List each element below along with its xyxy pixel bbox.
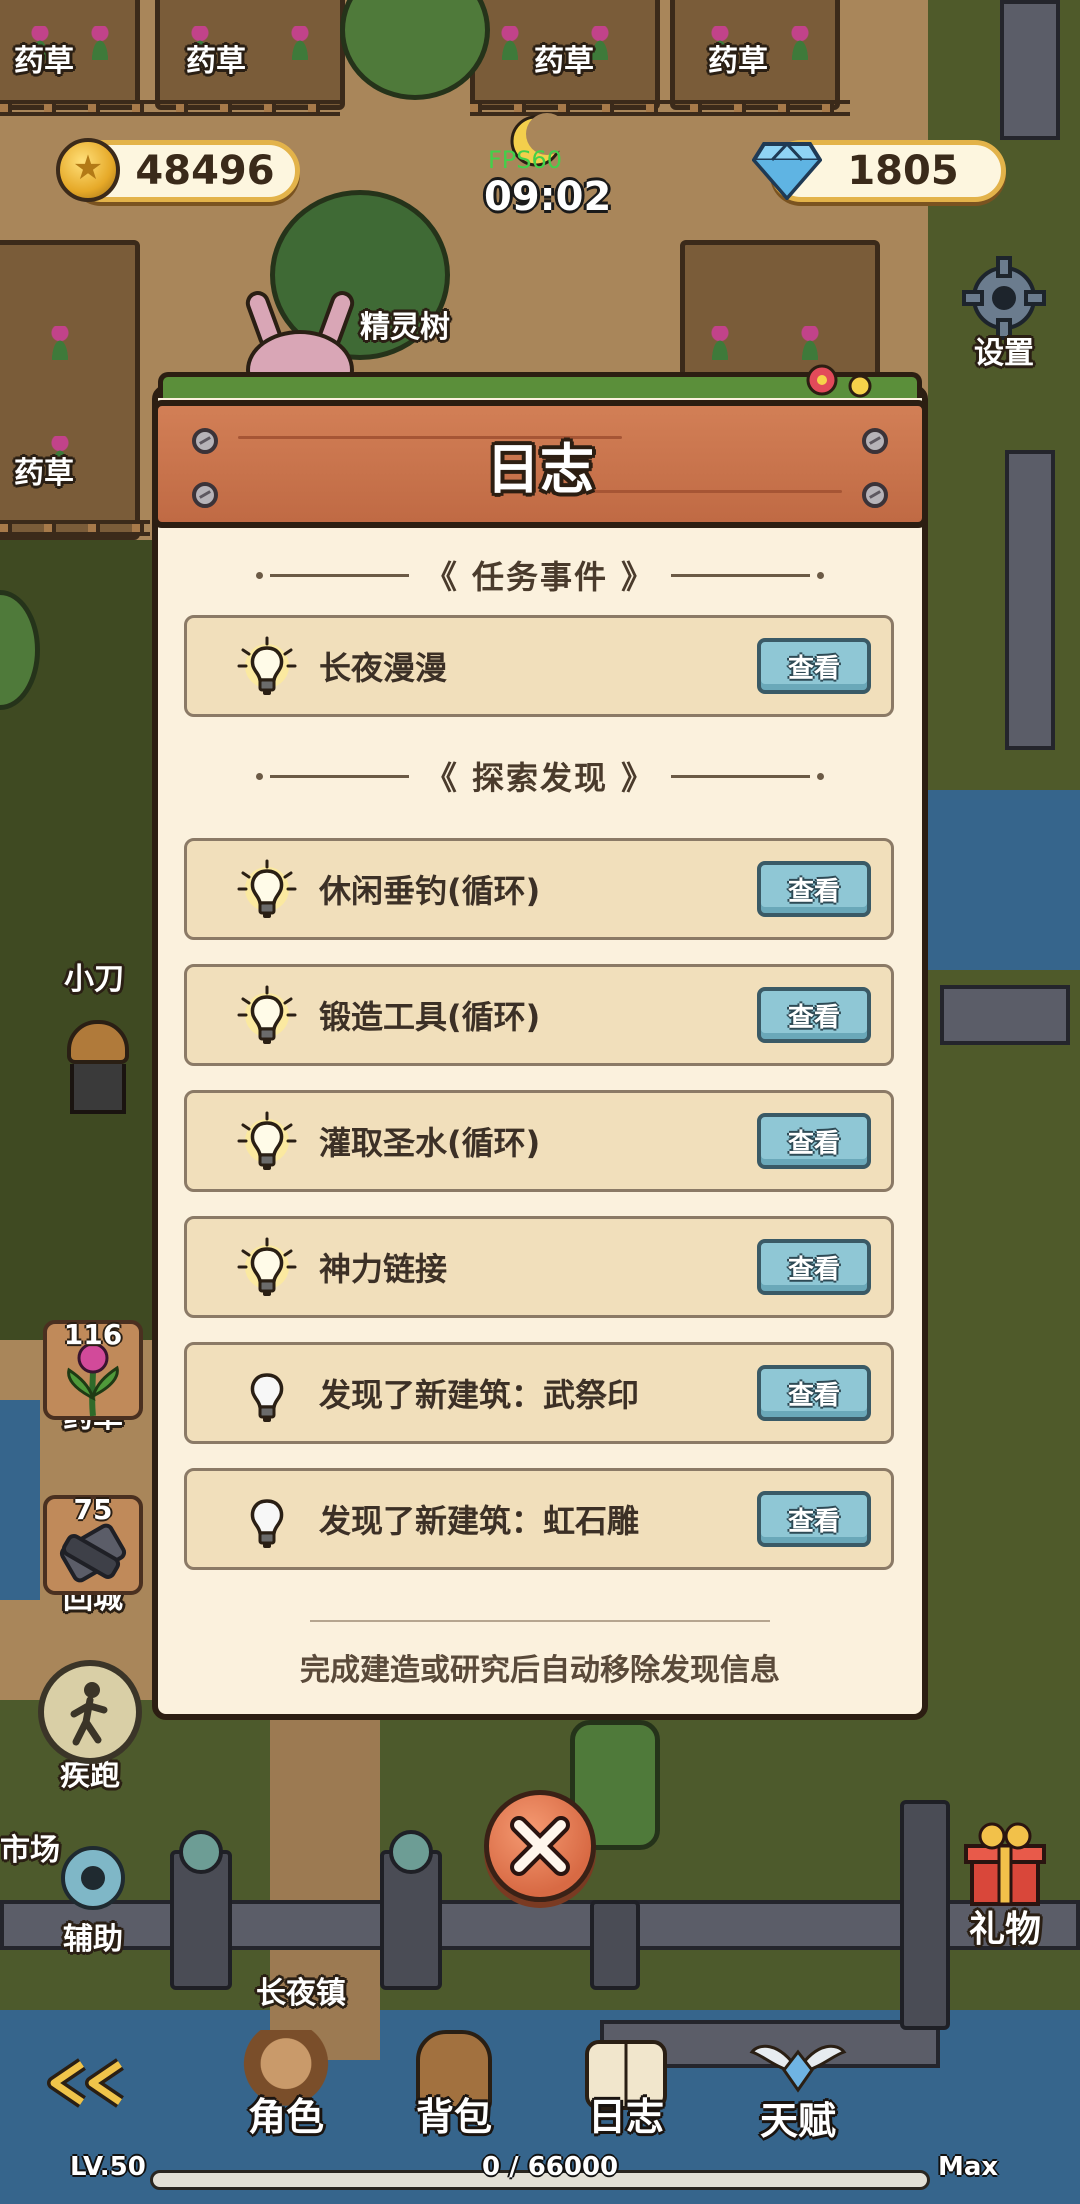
map-label-knife: 小刀 bbox=[64, 962, 124, 997]
section-tasks-label: 《 任务事件 》 bbox=[424, 558, 656, 596]
npc-character-sprite[interactable] bbox=[60, 1020, 136, 1120]
view-button[interactable]: 查看 bbox=[757, 638, 871, 694]
log-entry-label: 锻造工具(循环) bbox=[319, 998, 541, 1036]
close-icon bbox=[510, 1816, 570, 1876]
map-label-herb: 药草 bbox=[14, 456, 74, 491]
assist-label: 辅助 bbox=[63, 1922, 123, 1957]
settings-button[interactable]: 设置 bbox=[952, 252, 1056, 372]
xp-max-label: Max bbox=[938, 2152, 999, 2182]
nav-talent[interactable]: 天赋 bbox=[738, 2030, 858, 2145]
log-entry-label: 休闲垂钓(循环) bbox=[319, 872, 541, 910]
map-label-herb: 药草 bbox=[14, 44, 74, 79]
collapse-arrows-icon[interactable] bbox=[42, 2058, 128, 2108]
section-explore-label: 《 探索发现 》 bbox=[424, 759, 656, 797]
lit-bulb-icon bbox=[235, 1237, 299, 1301]
bulb-icon bbox=[235, 1363, 299, 1427]
bulb-icon bbox=[235, 1489, 299, 1553]
map-label-herb: 药草 bbox=[534, 44, 594, 79]
log-entry-label: 长夜漫漫 bbox=[319, 649, 448, 687]
log-entry-label: 发现了新建筑：武祭印 bbox=[319, 1376, 640, 1414]
gold-amount: 48496 bbox=[135, 148, 275, 194]
log-entry: 长夜漫漫 查看 bbox=[184, 615, 894, 717]
map-label-spirit-tree[interactable]: 精灵树 bbox=[360, 302, 450, 346]
nav-log-label: 日志 bbox=[587, 2095, 664, 2139]
map-label-town: 长夜镇 bbox=[256, 1976, 346, 2011]
gift-box-icon bbox=[964, 1822, 1046, 1906]
lit-bulb-icon bbox=[235, 1111, 299, 1175]
herb-count: 116 bbox=[63, 1318, 123, 1351]
log-entry: 锻造工具(循环) 查看 bbox=[184, 964, 894, 1066]
gift-button[interactable]: 礼物 bbox=[950, 1820, 1060, 1952]
log-entry-label: 发现了新建筑：虹石雕 bbox=[319, 1502, 640, 1540]
log-entry: 发现了新建筑：武祭印 查看 bbox=[184, 1342, 894, 1444]
footer-note: 完成建造或研究后自动移除发现信息 bbox=[300, 1653, 780, 1688]
view-button[interactable]: 查看 bbox=[757, 1491, 871, 1547]
gold-coin-icon bbox=[56, 138, 120, 202]
close-button[interactable] bbox=[484, 1790, 596, 1902]
map-label-herb: 药草 bbox=[186, 44, 246, 79]
fps-counter: FPS60 bbox=[488, 146, 563, 174]
log-entry: 灌取圣水(循环) 查看 bbox=[184, 1090, 894, 1192]
running-person-icon bbox=[70, 1682, 108, 1746]
nav-log[interactable]: 日志 bbox=[566, 2030, 686, 2141]
herb-item-button[interactable]: 116 药草 bbox=[38, 1318, 148, 1436]
map-label-herb: 药草 bbox=[708, 44, 768, 79]
view-button[interactable]: 查看 bbox=[757, 1113, 871, 1169]
log-entry: 休闲垂钓(循环) 查看 bbox=[184, 838, 894, 940]
view-button[interactable]: 查看 bbox=[757, 861, 871, 917]
return-town-button[interactable]: 75 回城 bbox=[38, 1493, 148, 1617]
nav-character-label: 角色 bbox=[247, 2095, 324, 2139]
log-entry-label: 灌取圣水(循环) bbox=[319, 1124, 541, 1162]
player-level: LV.50 bbox=[70, 2152, 146, 2182]
assist-button[interactable]: 辅助 bbox=[38, 1838, 148, 1958]
return-count: 75 bbox=[73, 1493, 113, 1526]
log-entry-label: 神力链接 bbox=[319, 1250, 448, 1288]
sprint-button[interactable]: 疾跑 bbox=[32, 1660, 148, 1794]
clock-time: 09:02 bbox=[484, 174, 612, 220]
lit-bulb-icon bbox=[235, 859, 299, 923]
footer-divider bbox=[310, 1620, 770, 1622]
log-entry: 神力链接 查看 bbox=[184, 1216, 894, 1318]
log-entry: 发现了新建筑：虹石雕 查看 bbox=[184, 1468, 894, 1570]
diamond-icon bbox=[752, 141, 822, 200]
dialog-title: 日志 bbox=[486, 437, 594, 501]
lit-bulb-icon bbox=[235, 985, 299, 1049]
nav-character[interactable]: 角色 bbox=[226, 2030, 346, 2141]
view-button[interactable]: 查看 bbox=[757, 987, 871, 1043]
nav-backpack[interactable]: 背包 bbox=[394, 2030, 514, 2141]
assist-gear-icon bbox=[61, 1846, 125, 1910]
xp-progress-text: 0 / 66000 bbox=[482, 2152, 619, 2182]
view-button[interactable]: 查看 bbox=[757, 1365, 871, 1421]
nav-backpack-label: 背包 bbox=[415, 2095, 492, 2139]
section-header-explore: 《 探索发现 》 bbox=[256, 756, 824, 797]
gem-amount: 1805 bbox=[847, 148, 959, 194]
section-header-tasks: 《 任务事件 》 bbox=[256, 555, 824, 596]
lit-bulb-icon bbox=[235, 636, 299, 700]
view-button[interactable]: 查看 bbox=[757, 1239, 871, 1295]
